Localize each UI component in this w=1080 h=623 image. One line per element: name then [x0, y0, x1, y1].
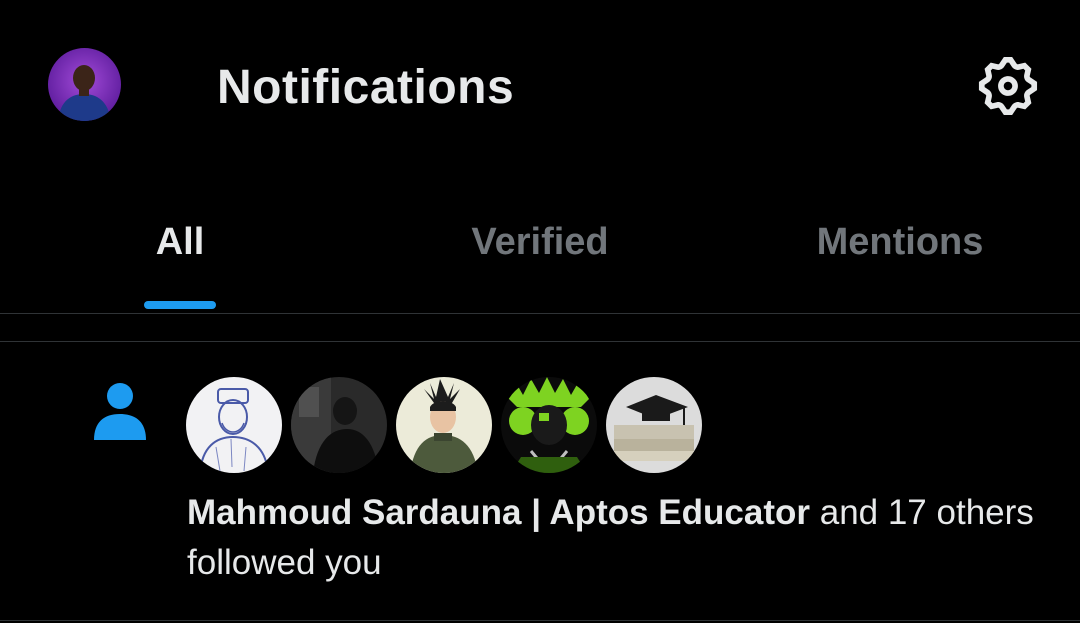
active-tab-indicator: [144, 301, 216, 309]
avatar-anime-character: [396, 377, 492, 473]
follower-avatar-1[interactable]: [186, 377, 282, 473]
tabs-divider: [0, 313, 1080, 314]
person-icon: [92, 382, 148, 442]
page-title: Notifications: [217, 61, 515, 114]
avatar-dark-photo: [291, 377, 387, 473]
profile-avatar[interactable]: [48, 48, 121, 121]
gear-icon: [978, 56, 1038, 116]
tab-all-label: All: [155, 221, 205, 263]
settings-button[interactable]: [974, 52, 1042, 120]
tab-all[interactable]: All: [0, 195, 360, 313]
follower-avatar-3[interactable]: [396, 377, 492, 473]
notification-text: Mahmoud Sardauna | Aptos Educator and 17…: [187, 488, 1047, 588]
tab-verified[interactable]: Verified: [360, 195, 720, 313]
notification-tabs: All Verified Mentions: [0, 195, 1080, 313]
avatar-sketch: [186, 377, 282, 473]
top-bar: Notifications: [0, 0, 1080, 180]
avatar-graduation-cap: [606, 377, 702, 473]
avatar-image: [48, 48, 121, 121]
follower-avatar-2[interactable]: [291, 377, 387, 473]
tab-mentions-label: Mentions: [816, 221, 984, 263]
follower-name[interactable]: Mahmoud Sardauna | Aptos Educator: [187, 493, 810, 532]
avatar-green-monster: [501, 377, 597, 473]
follower-avatar-4[interactable]: [501, 377, 597, 473]
follower-avatar-5[interactable]: [606, 377, 702, 473]
tab-mentions[interactable]: Mentions: [720, 195, 1080, 313]
tab-verified-label: Verified: [471, 221, 609, 263]
list-bottom-divider: [0, 620, 1080, 621]
